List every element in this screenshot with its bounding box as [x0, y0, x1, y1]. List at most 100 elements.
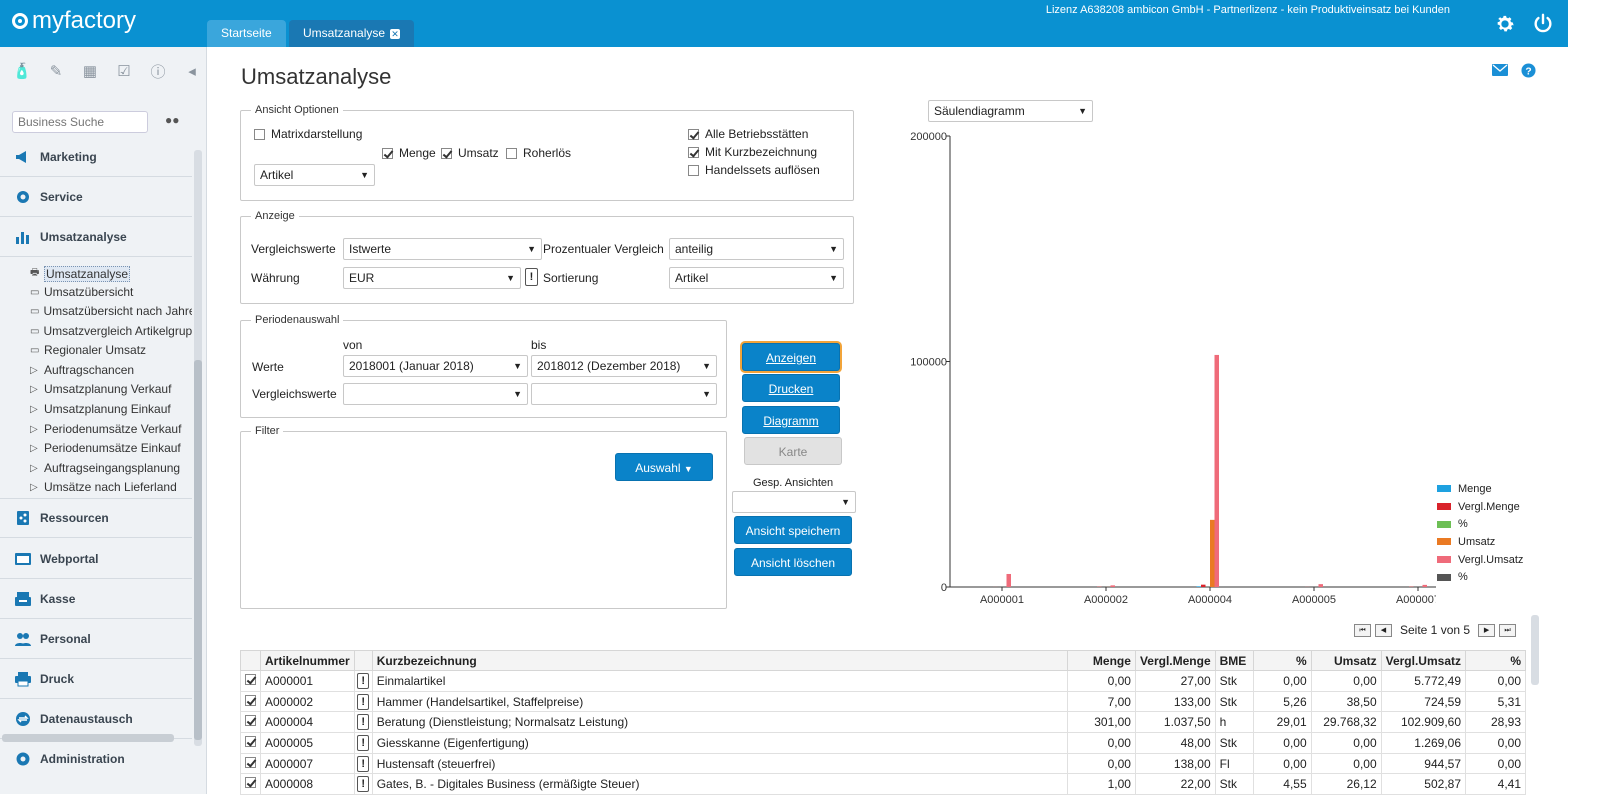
table-row[interactable]: A000005! Giesskanne (Eigenfertigung) 0,00 4… — [240, 732, 1526, 754]
row-select-cell[interactable] — [240, 670, 261, 692]
search-options-icon[interactable]: ●● — [165, 113, 180, 127]
table-row[interactable]: A000001! Einmalartikel 0,00 27,00 Stk 0,00 0,0… — [240, 670, 1526, 692]
subitem-regionaler-umsatz[interactable]: ▭ Regionaler Umsatz — [30, 343, 192, 357]
checkbox-box[interactable] — [441, 147, 452, 159]
tab-startseite[interactable]: Startseite — [207, 20, 286, 47]
sidebar-item-druck[interactable]: Druck — [0, 659, 192, 699]
col-artikelnummer[interactable]: Artikelnummer — [260, 650, 355, 671]
last-page-icon[interactable]: ⏭ — [1499, 623, 1517, 637]
drucken-button[interactable]: Drucken — [742, 374, 840, 402]
ansicht-speichern-button[interactable]: Ansicht speichern — [734, 516, 852, 544]
collapse-left-icon[interactable]: ◂ — [182, 61, 202, 81]
row-checkbox[interactable] — [245, 673, 256, 685]
row-info-cell[interactable]: ! — [353, 773, 373, 796]
subitem-umsatzuebersicht[interactable]: ▭ Umsatzübersicht — [30, 285, 192, 299]
row-select-cell[interactable] — [240, 752, 261, 775]
subitem-umsatzplanung-verkauf[interactable]: ▷ Umsatzplanung Verkauf — [30, 382, 192, 396]
tab-close-icon[interactable]: ✕ — [390, 28, 401, 39]
waehrung-select[interactable]: EUR ▼ — [343, 267, 521, 289]
alle-betriebsstaetten-checkbox[interactable]: Alle Betriebsstätten — [688, 127, 808, 141]
umsatz-checkbox[interactable]: Umsatz — [441, 146, 499, 160]
next-page-icon[interactable]: ▶ — [1478, 623, 1496, 637]
table-row[interactable]: A000002! Hammer (Handelsartikel, Staffelp… — [240, 690, 1526, 713]
subitem-periodenumsaetze-einkauf[interactable]: ▷ Periodenumsätze Einkauf — [30, 441, 192, 455]
row-select-cell[interactable] — [240, 690, 261, 713]
row-checkbox[interactable] — [245, 694, 256, 706]
business-search-input[interactable] — [12, 111, 148, 133]
table-row[interactable]: A000008! Gates, B. - Digitales Business (… — [240, 773, 1526, 796]
row-info-cell[interactable]: ! — [353, 732, 373, 754]
subitem-periodenumsaetze-verkauf[interactable]: ▷ Periodenumsätze Verkauf — [30, 422, 192, 436]
subitem-auftragseingangsplanung[interactable]: ▷ Auftragseingangsplanung — [30, 461, 192, 475]
werte-von-select[interactable]: 2018001 (Januar 2018) ▼ — [343, 355, 528, 377]
sidebar-item-ressourcen[interactable]: Ressourcen — [0, 498, 192, 538]
first-page-icon[interactable]: ⏮ — [1354, 623, 1371, 637]
row-info-icon[interactable]: ! — [357, 672, 370, 689]
vergleich-bis-select[interactable]: ▼ — [531, 383, 717, 405]
sidebar-item-webportal[interactable]: Webportal — [0, 539, 192, 579]
col-bme[interactable]: BME — [1214, 650, 1254, 671]
sidebar-horizontal-scrollbar[interactable] — [2, 734, 174, 742]
row-info-cell[interactable]: ! — [353, 690, 373, 713]
col-vergl-umsatz[interactable]: Vergl.Umsatz — [1380, 650, 1467, 671]
eraser-icon[interactable]: ✎ — [46, 61, 66, 81]
sidebar-scrollbar-thumb[interactable] — [194, 360, 202, 740]
info-icon[interactable]: ⓘ — [148, 61, 168, 81]
werte-bis-select[interactable]: 2018012 (Dezember 2018) ▼ — [531, 355, 717, 377]
row-checkbox[interactable] — [245, 735, 256, 747]
subitem-umsatzvergleich[interactable]: ▭Umsatzvergleich Artikelgruppen — [30, 324, 192, 338]
menge-checkbox[interactable]: Menge — [382, 146, 436, 160]
calendar-icon[interactable]: ▦ — [80, 61, 100, 81]
sidebar-item-datenaustausch[interactable]: Datenaustausch — [0, 699, 192, 739]
row-checkbox[interactable] — [245, 756, 256, 768]
row-checkbox[interactable] — [245, 715, 256, 727]
row-info-icon[interactable]: ! — [357, 714, 370, 731]
anzeigen-button[interactable]: Anzeigen — [742, 343, 840, 371]
roherloes-checkbox[interactable]: Roherlös — [506, 146, 571, 160]
row-select-cell[interactable] — [240, 732, 261, 754]
row-info-icon[interactable]: ! — [357, 776, 370, 793]
subitem-umsatzuebersicht-jahre[interactable]: ▭ Umsatzübersicht nach Jahren — [30, 304, 192, 318]
table-row[interactable]: A000004! Beratung (Dienstleistung; Normal… — [240, 711, 1526, 734]
diagramm-button[interactable]: Diagramm — [742, 406, 840, 434]
subitem-umsatzanalyse[interactable]: 🖶 Umsatzanalyse — [30, 265, 192, 282]
ansicht-loeschen-button[interactable]: Ansicht löschen — [734, 548, 852, 576]
vergleichswerte-select[interactable]: Istwerte ▼ — [343, 238, 542, 260]
sidebar-item-administration[interactable]: Administration — [0, 739, 192, 779]
gespeicherte-ansichten-select[interactable]: ▼ — [732, 491, 856, 513]
sidebar-item-service[interactable]: Service — [0, 177, 192, 217]
prev-page-icon[interactable]: ◀ — [1375, 623, 1392, 637]
col-kurzbezeichnung[interactable]: Kurzbezeichnung — [371, 650, 1068, 671]
checkbox-box[interactable] — [688, 128, 699, 140]
table-scrollbar[interactable] — [1531, 615, 1539, 685]
checkbox-box[interactable] — [688, 146, 699, 158]
row-info-icon[interactable]: ! — [357, 734, 370, 751]
auswahl-button[interactable]: Auswahl ▼ — [615, 453, 713, 481]
vergleich-von-select[interactable]: ▼ — [343, 383, 528, 405]
checkbox-box[interactable] — [382, 147, 393, 159]
sidebar-item-umsatzanalyse[interactable]: Umsatzanalyse — [0, 217, 192, 257]
sortierung-select[interactable]: Artikel ▼ — [669, 267, 844, 289]
row-info-cell[interactable]: ! — [353, 670, 373, 692]
table-row[interactable]: A000007! Hustensaft (steuerfrei) 0,00 138,0… — [240, 752, 1526, 775]
row-info-icon[interactable]: ! — [357, 693, 370, 710]
checklist-icon[interactable]: ☑ — [114, 61, 134, 81]
mail-icon[interactable] — [1492, 64, 1508, 76]
col-prozent-2[interactable]: % — [1465, 650, 1526, 671]
checkbox-box[interactable] — [688, 164, 699, 176]
power-icon[interactable] — [1532, 13, 1554, 35]
row-select-cell[interactable] — [240, 711, 261, 734]
ansicht-artikel-select[interactable]: Artikel ▼ — [254, 164, 375, 186]
col-menge[interactable]: Menge — [1066, 650, 1136, 671]
sidebar-item-marketing[interactable]: Marketing — [0, 137, 192, 177]
sidebar-item-kasse[interactable]: Kasse — [0, 579, 192, 619]
col-vergl-menge[interactable]: Vergl.Menge — [1134, 650, 1216, 671]
checkbox-box[interactable] — [506, 147, 517, 159]
help-icon[interactable]: ? — [1521, 63, 1536, 78]
row-select-cell[interactable] — [240, 773, 261, 796]
subitem-umsaetze-lieferland[interactable]: ▷ Umsätze nach Lieferland — [30, 480, 192, 494]
row-checkbox[interactable] — [245, 777, 256, 789]
row-info-cell[interactable]: ! — [353, 711, 373, 734]
matrix-checkbox[interactable]: Matrixdarstellung — [254, 127, 362, 141]
bottle-icon[interactable]: 🧴 — [12, 61, 32, 81]
